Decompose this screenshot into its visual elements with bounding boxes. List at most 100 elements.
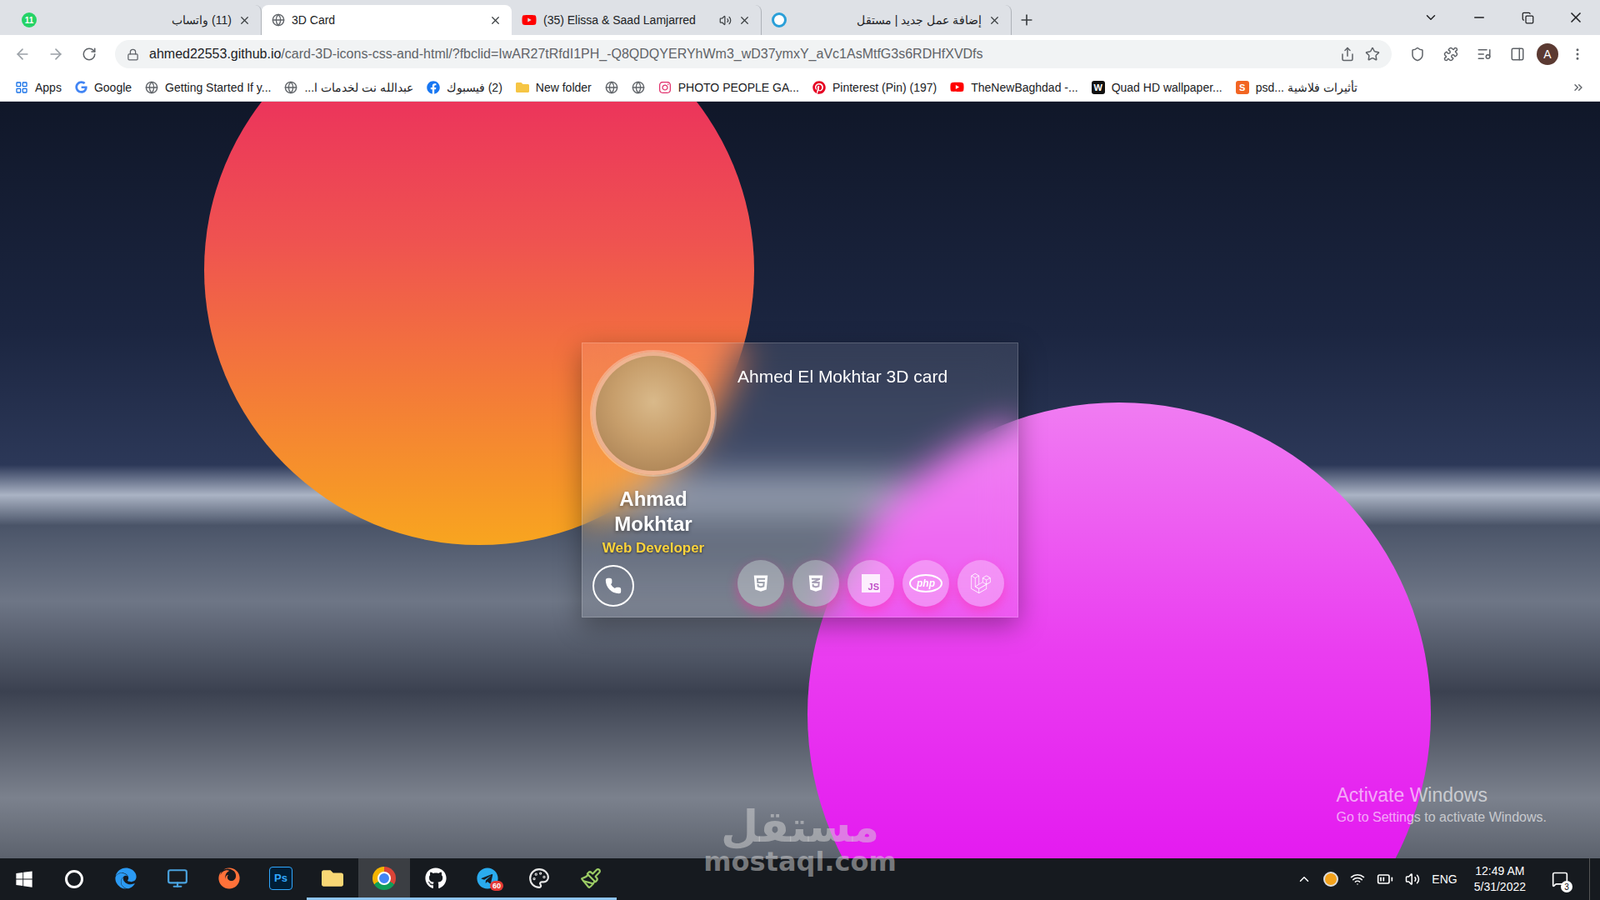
- tab-close[interactable]: [489, 14, 502, 27]
- star-icon[interactable]: [1365, 46, 1380, 62]
- skill-button[interactable]: [737, 560, 785, 607]
- more-bookmarks[interactable]: [1571, 80, 1585, 95]
- restore-button[interactable]: [1503, 0, 1552, 35]
- minimize-icon: [1471, 10, 1487, 25]
- media-button[interactable]: [1470, 40, 1499, 69]
- forward-button[interactable]: [41, 40, 70, 69]
- close-icon: [988, 14, 1001, 27]
- globe-icon: [284, 80, 298, 95]
- tab-search-button[interactable]: [1406, 0, 1455, 35]
- bookmark[interactable]: TheNewBaghdad -...: [950, 80, 1078, 95]
- card-title: Ahmed El Mokhtar 3D card: [737, 366, 1008, 387]
- taskbar-app[interactable]: [410, 858, 462, 900]
- taskbar-app[interactable]: [358, 858, 410, 900]
- skill-button[interactable]: [957, 560, 1005, 607]
- taskbar-app[interactable]: [306, 858, 359, 900]
- globe-icon: [271, 13, 285, 27]
- bookmark-label: PHOTO PEOPLE GA...: [678, 80, 800, 95]
- taskbar-app[interactable]: [203, 858, 255, 900]
- phone-button[interactable]: [592, 565, 635, 607]
- back-button[interactable]: [8, 40, 37, 69]
- bookmark-label: psd... تأثيرات فلاشية: [1255, 80, 1358, 95]
- bookmark[interactable]: WQuad HD wallpaper...: [1091, 80, 1223, 95]
- apps-icon: [15, 80, 29, 95]
- bookmark[interactable]: Apps: [15, 80, 62, 95]
- language-indicator[interactable]: ENG: [1431, 872, 1457, 886]
- clock[interactable]: 12:49 AM5/31/2022: [1469, 863, 1531, 895]
- bookmark[interactable]: Pinterest (Pin) (197): [812, 80, 937, 95]
- share-icon[interactable]: [1340, 46, 1355, 62]
- bookmark[interactable]: (2) فيسبوك: [426, 80, 503, 95]
- tab-close[interactable]: [988, 14, 1001, 27]
- instagram-icon: [658, 80, 672, 95]
- reload-button[interactable]: [75, 40, 104, 69]
- search-button[interactable]: [48, 858, 100, 900]
- folder-icon: [515, 80, 530, 95]
- notifications-button[interactable]: 3: [1542, 870, 1578, 888]
- bookmark[interactable]: عبدالله نت لخدمات ا...: [284, 80, 413, 95]
- wifi-icon[interactable]: [1350, 871, 1365, 887]
- tab-label: إضافة عمل جديد | مستقل: [793, 13, 982, 27]
- google-icon: [75, 80, 88, 94]
- close-button[interactable]: [1551, 0, 1600, 35]
- bookmark[interactable]: Getting Started If y...: [145, 80, 271, 95]
- brush-icon: [580, 867, 602, 890]
- taskbar-app[interactable]: Ps: [255, 858, 307, 900]
- taskbar-app[interactable]: [100, 858, 152, 900]
- card-side: Ahmad MokhtarWeb Developer: [582, 343, 725, 617]
- taskbar-app[interactable]: 60: [461, 858, 514, 900]
- skill-button[interactable]: JS: [847, 560, 895, 607]
- profile-card: Ahmad MokhtarWeb Developer Ahmed El Mokht…: [581, 342, 1019, 618]
- tab-strip: 11(11) واتساب3D Card(35) Elissa & Saad L…: [0, 0, 1600, 35]
- forward-icon: [47, 45, 65, 63]
- browser-tab[interactable]: إضافة عمل جديد | مستقل: [761, 5, 1012, 35]
- minimize-button[interactable]: [1455, 0, 1504, 35]
- restore-icon: [1521, 11, 1535, 25]
- skill-button[interactable]: php: [902, 560, 950, 607]
- plus-icon: [1018, 11, 1035, 29]
- html5-icon: [751, 574, 770, 593]
- tab-close[interactable]: [238, 14, 251, 27]
- whatsapp-icon: 11: [21, 12, 37, 28]
- tab-close[interactable]: [738, 14, 751, 27]
- start-button[interactable]: [0, 858, 49, 900]
- github-icon: [425, 867, 447, 890]
- bookmark[interactable]: [605, 80, 619, 95]
- browser-tab[interactable]: (35) Elissa & Saad Lamjarred: [511, 5, 762, 35]
- battery-icon[interactable]: [1376, 870, 1394, 888]
- bookmark[interactable]: Google: [75, 80, 132, 95]
- firefox-icon: [218, 867, 240, 890]
- desktop-icon: [166, 867, 189, 890]
- side-panel-button[interactable]: [1503, 40, 1532, 69]
- person-role: Web Developer: [602, 540, 705, 557]
- extensions-button[interactable]: [1436, 40, 1465, 69]
- window-controls: [1406, 0, 1600, 35]
- taskbar-app[interactable]: [565, 858, 617, 900]
- new-tab-button[interactable]: [1011, 5, 1042, 35]
- browser-tab[interactable]: 3D Card: [261, 5, 512, 35]
- speaker-icon[interactable]: [719, 14, 732, 27]
- bookmark[interactable]: PHOTO PEOPLE GA...: [658, 80, 800, 95]
- close-icon: [489, 14, 502, 27]
- bookmark[interactable]: New folder: [515, 80, 592, 95]
- app-tray-icon[interactable]: [1323, 871, 1339, 887]
- taskbar-app[interactable]: [513, 858, 565, 900]
- extension-button[interactable]: [1403, 40, 1432, 69]
- show-desktop[interactable]: [1589, 858, 1595, 900]
- profile-avatar[interactable]: A: [1536, 43, 1559, 65]
- laravel-icon: [970, 573, 991, 594]
- close-icon: [738, 14, 751, 27]
- address-bar[interactable]: ahmed22553.github.io/card-3D-icons-css-a…: [115, 40, 1392, 69]
- bookmark[interactable]: [631, 80, 645, 95]
- site-icon: W: [1091, 80, 1105, 95]
- menu-button[interactable]: [1563, 40, 1592, 69]
- app-badge: 60: [490, 880, 504, 891]
- browser-tab[interactable]: 11(11) واتساب: [11, 5, 262, 35]
- volume-icon[interactable]: [1405, 871, 1420, 887]
- web-page: Ahmad MokhtarWeb Developer Ahmed El Mokht…: [0, 101, 1600, 859]
- taskbar-app[interactable]: [151, 858, 204, 900]
- chevron-up-icon[interactable]: [1296, 871, 1312, 887]
- bookmark[interactable]: Spsd... تأثيرات فلاشية: [1235, 80, 1358, 95]
- skill-button[interactable]: [792, 560, 840, 607]
- lock-icon: [126, 48, 140, 61]
